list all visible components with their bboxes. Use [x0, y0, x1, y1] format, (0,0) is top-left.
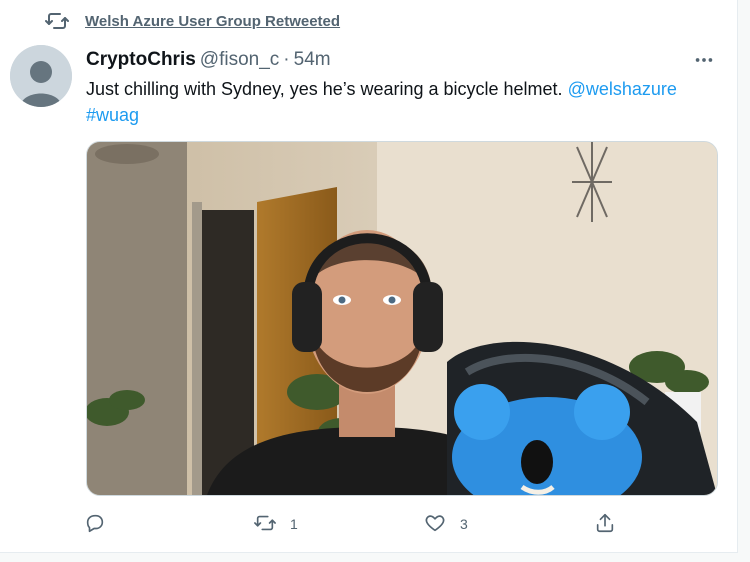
reply-icon: [84, 512, 106, 537]
retweeted-by-link[interactable]: Welsh Azure User Group Retweeted: [85, 13, 340, 30]
tweet-actions: 1 3: [84, 510, 624, 538]
tweet-body: Just chilling with Sydney, yes he’s wear…: [86, 79, 563, 99]
hashtag-link[interactable]: #wuag: [86, 105, 139, 125]
reply-button[interactable]: [84, 510, 120, 538]
retweet-button[interactable]: 1: [254, 510, 298, 538]
retweet-icon: [45, 9, 69, 33]
mention-link[interactable]: @welshazure: [568, 79, 677, 99]
avatar[interactable]: [10, 45, 72, 107]
timestamp[interactable]: 54m: [294, 49, 331, 71]
author-name[interactable]: CryptoChris: [86, 49, 196, 71]
retweet-count: 1: [290, 516, 298, 532]
tweet-header: CryptoChris @fison_c · 54m: [86, 48, 331, 72]
separator: ·: [283, 49, 290, 70]
heart-icon: [424, 512, 446, 537]
share-icon: [594, 512, 616, 537]
tweet-card[interactable]: Welsh Azure User Group Retweeted CryptoC…: [0, 0, 738, 553]
author-handle[interactable]: @fison_c: [200, 49, 280, 71]
more-options-button[interactable]: [689, 48, 719, 72]
like-count: 3: [460, 516, 468, 532]
retweet-icon: [254, 512, 276, 537]
share-button[interactable]: [594, 510, 630, 538]
tweet-photo[interactable]: [86, 141, 718, 496]
like-button[interactable]: 3: [424, 510, 468, 538]
retweet-banner: Welsh Azure User Group Retweeted: [45, 9, 340, 33]
tweet-text: Just chilling with Sydney, yes he’s wear…: [86, 76, 716, 128]
more-icon: [695, 58, 713, 62]
photo-icon: [87, 142, 717, 495]
